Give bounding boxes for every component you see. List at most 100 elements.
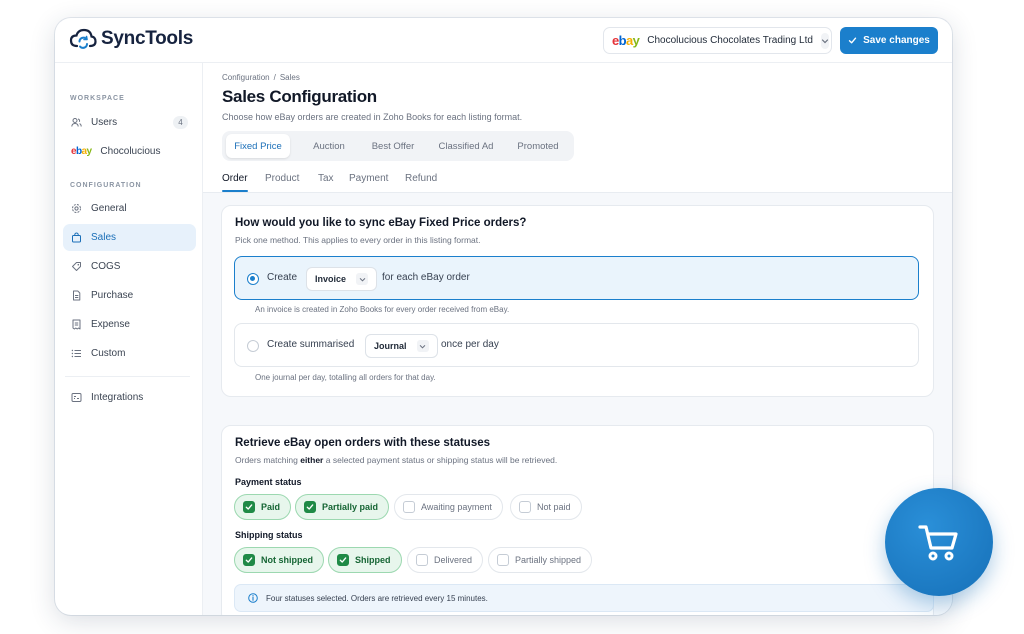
checkbox-checked-icon [304,501,316,513]
subtitle-text: a selected payment status or shipping st… [325,455,558,465]
status-card-subtitle: Orders matching either a selected paymen… [235,455,557,465]
chevron-down-icon [416,340,429,352]
subtitle-emphasis: either [300,455,324,465]
chip-shipped[interactable]: Shipped [328,547,402,573]
chip-label: Partially shipped [515,555,582,565]
gear-icon [71,203,82,214]
sidebar-divider [65,376,190,377]
sidebar-item-label: Expense [91,319,130,330]
sidebar-item-label: Users [91,117,118,128]
status-card-title: Retrieve eBay open orders with these sta… [235,437,491,449]
sidebar-item-users[interactable]: Users 4 [63,109,196,136]
sidebar-item-custom[interactable]: Custom [63,340,196,367]
tab-fixed-price[interactable]: Fixed Price [226,134,290,158]
checkbox-unchecked-icon [403,501,415,513]
sync-option-invoice[interactable]: Create Invoice for each eBay order [234,256,919,300]
summary-type-select[interactable]: Journal [365,334,438,358]
shipping-status-label: Shipping status [235,530,303,540]
app-logo[interactable]: SyncTools [69,28,193,50]
sidebar-item-purchase[interactable]: Purchase [63,282,196,309]
sidebar-item-cogs[interactable]: COGS [63,253,196,280]
chip-awaiting-payment[interactable]: Awaiting payment [394,494,503,520]
app-name: SyncTools [101,28,193,49]
top-bar: SyncTools ebay Chocolucious Chocolates T… [55,18,952,63]
sidebar-item-label: Chocolucious [100,146,161,157]
sidebar-item-label: Integrations [91,392,144,403]
status-info-bar: Four statuses selected. Orders are retri… [234,584,934,612]
chip-label: Delivered [434,555,473,565]
save-changes-label: Save changes [863,35,930,46]
app-window: SyncTools ebay Chocolucious Chocolates T… [55,18,952,615]
radio-invoice[interactable] [247,273,259,285]
info-icon [248,593,258,603]
sidebar-item-label: Custom [91,348,126,359]
sidebar-item-expense[interactable]: Expense [63,311,196,338]
sidebar-item-integrations[interactable]: Integrations [63,384,196,411]
select-value: Journal [374,341,407,351]
sync-method-card: How would you like to sync eBay Fixed Pr… [221,205,934,397]
radio-journal[interactable] [247,340,259,352]
document-type-select[interactable]: Invoice [306,267,378,291]
sidebar-item-sales[interactable]: Sales [63,224,196,251]
breadcrumb-configuration[interactable]: Configuration [222,73,270,82]
chip-delivered[interactable]: Delivered [407,547,484,573]
sync-option-journal[interactable]: Create summarised Journal once per day [234,323,919,367]
cart-fab-button[interactable] [885,488,993,596]
workspace-section-label: WORKSPACE [70,95,125,102]
active-subtab-indicator [222,190,248,192]
breadcrumb: Configuration / Sales [222,73,300,82]
select-value: Invoice [315,274,347,284]
save-changes-button[interactable]: Save changes [840,27,938,54]
checkbox-checked-icon [243,501,255,513]
chip-not-shipped[interactable]: Not shipped [234,547,324,573]
subtab-refund[interactable]: Refund [405,173,437,184]
tab-promoted[interactable]: Promoted [506,134,570,158]
chip-label: Partially paid [322,502,379,512]
ebay-logo: ebay [71,146,92,157]
page-title: Sales Configuration [222,87,377,106]
tag-icon [71,261,82,272]
chip-label: Not paid [537,502,571,512]
shopping-cart-icon [918,525,958,561]
subtab-tax[interactable]: Tax [318,173,334,184]
integrations-icon [71,392,82,403]
sidebar-item-general[interactable]: General [63,195,196,222]
users-count-badge: 4 [173,116,188,129]
option-suffix: for each eBay order [382,272,470,283]
cloud-sync-icon [69,28,97,49]
info-text: Four statuses selected. Orders are retri… [266,593,488,603]
bag-icon [71,232,82,243]
option-prefix: Create summarised [267,339,355,350]
receipt-icon [71,319,82,330]
chip-not-paid[interactable]: Not paid [510,494,582,520]
checkbox-unchecked-icon [497,554,509,566]
tab-classified-ad[interactable]: Classified Ad [428,134,504,158]
subtab-payment[interactable]: Payment [349,173,388,184]
chip-paid[interactable]: Paid [234,494,292,520]
main-content: How would you like to sync eBay Fixed Pr… [203,193,952,615]
sidebar-item-label: Purchase [91,290,134,301]
tab-best-offer[interactable]: Best Offer [362,134,424,158]
sync-card-title: How would you like to sync eBay Fixed Pr… [235,217,527,229]
subtab-order[interactable]: Order [222,173,248,184]
checkbox-checked-icon [337,554,349,566]
ebay-logo: ebay [612,33,640,48]
chip-label: Shipped [355,555,391,565]
store-selector[interactable]: ebay Chocolucious Chocolates Trading Ltd [603,27,832,54]
sidebar-item-label: COGS [91,261,121,272]
payment-status-label: Payment status [235,477,302,487]
checkbox-unchecked-icon [519,501,531,513]
chip-label: Not shipped [261,555,313,565]
sync-card-subtitle: Pick one method. This applies to every o… [235,235,481,245]
breadcrumb-separator: / [273,73,276,82]
sidebar-item-chocolucious[interactable]: ebay Chocolucious [63,138,196,165]
chip-partially-paid[interactable]: Partially paid [295,494,390,520]
chip-partially-shipped[interactable]: Partially shipped [488,547,593,573]
tab-auction[interactable]: Auction [298,134,360,158]
subtab-product[interactable]: Product [265,173,299,184]
page-header: Configuration / Sales Sales Configuratio… [203,63,952,193]
sidebar-item-label: Sales [91,232,117,243]
option-suffix: once per day [441,339,499,350]
breadcrumb-sales: Sales [279,73,300,82]
list-icon [71,348,82,359]
